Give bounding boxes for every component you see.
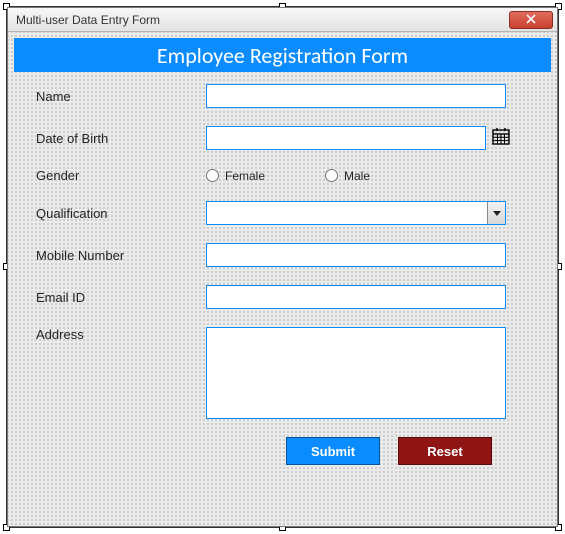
reset-button-label: Reset	[427, 444, 462, 459]
label-qualification: Qualification	[26, 206, 206, 221]
email-input[interactable]	[206, 285, 506, 309]
label-email: Email ID	[26, 290, 206, 305]
chevron-down-icon	[493, 206, 501, 220]
combobox-arrow[interactable]	[487, 202, 505, 224]
calendar-icon	[492, 127, 510, 150]
form-body: Name Date of Birth	[26, 84, 539, 465]
name-input[interactable]	[206, 84, 506, 108]
row-address: Address	[26, 327, 539, 419]
window-titlebar: Multi-user Data Entry Form	[8, 8, 557, 32]
row-gender: Gender Female Male	[26, 168, 539, 183]
radio-male-input[interactable]	[325, 169, 338, 182]
radio-male[interactable]: Male	[325, 169, 370, 183]
label-mobile: Mobile Number	[26, 248, 206, 263]
label-address: Address	[26, 327, 206, 342]
label-name: Name	[26, 89, 206, 104]
userform-window: Multi-user Data Entry Form Employee Regi…	[7, 7, 558, 527]
form-title: Employee Registration Form	[157, 42, 408, 69]
button-row: Submit Reset	[286, 437, 539, 465]
close-button[interactable]	[509, 11, 553, 29]
row-name: Name	[26, 84, 539, 108]
designer-selection-frame: Multi-user Data Entry Form Employee Regi…	[6, 6, 559, 528]
row-email: Email ID	[26, 285, 539, 309]
qualification-combobox[interactable]	[206, 201, 506, 225]
close-icon	[526, 13, 536, 27]
radio-female-label: Female	[225, 169, 265, 183]
radio-female-input[interactable]	[206, 169, 219, 182]
address-textarea[interactable]	[206, 327, 506, 419]
radio-male-label: Male	[344, 169, 370, 183]
label-gender: Gender	[26, 168, 206, 183]
row-qualification: Qualification	[26, 201, 539, 225]
label-dob: Date of Birth	[26, 131, 206, 146]
reset-button[interactable]: Reset	[398, 437, 492, 465]
row-mobile: Mobile Number	[26, 243, 539, 267]
window-title: Multi-user Data Entry Form	[16, 13, 160, 27]
calendar-button[interactable]	[490, 127, 512, 149]
radio-female[interactable]: Female	[206, 169, 265, 183]
dob-input[interactable]	[206, 126, 486, 150]
submit-button-label: Submit	[311, 444, 355, 459]
mobile-input[interactable]	[206, 243, 506, 267]
submit-button[interactable]: Submit	[286, 437, 380, 465]
row-dob: Date of Birth	[26, 126, 539, 150]
form-header: Employee Registration Form	[14, 38, 551, 72]
